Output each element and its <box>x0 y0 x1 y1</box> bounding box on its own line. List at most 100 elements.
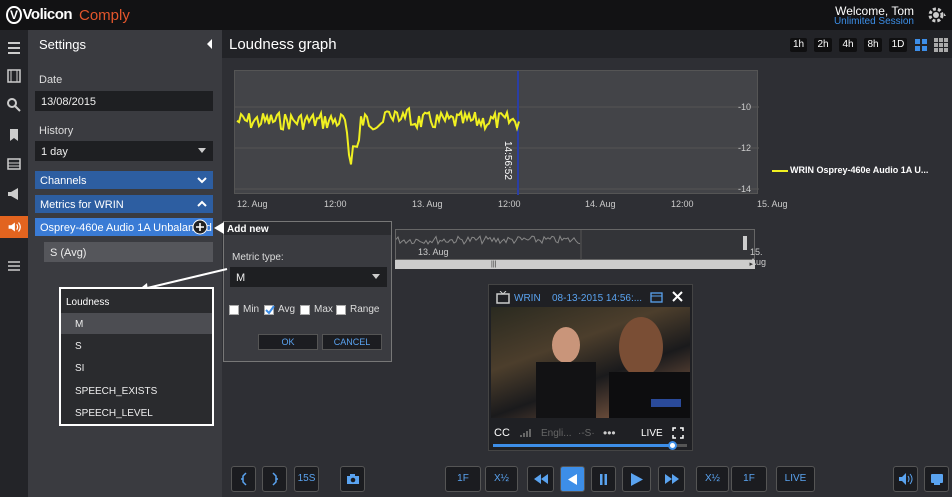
cancel-button[interactable]: CANCEL <box>322 334 382 350</box>
gear-icon[interactable] <box>926 5 946 25</box>
overview-navigator[interactable]: 13. Aug 15. Aug <box>395 229 766 267</box>
dropdown-option-s[interactable]: S <box>61 335 212 356</box>
dropdown-option-si[interactable]: SI <box>61 357 212 378</box>
top-bar <box>0 0 952 30</box>
fullscreen-icon[interactable] <box>672 427 684 439</box>
legend-swatch <box>772 170 788 172</box>
range-2h-button[interactable]: 2h <box>814 38 832 52</box>
add-new-popup: Add new Metric type: M Min Avg Max Range… <box>223 221 392 362</box>
slow-forward-button[interactable]: X½ <box>696 466 729 492</box>
navigator-handle[interactable] <box>743 236 747 250</box>
range-checkbox[interactable] <box>336 305 346 315</box>
loudness-nav-item[interactable] <box>0 216 28 238</box>
range-4h-button[interactable]: 4h <box>839 38 857 52</box>
more-icon[interactable]: ••• <box>603 426 616 440</box>
megaphone-icon[interactable] <box>4 184 24 204</box>
bookmark-icon[interactable] <box>4 125 24 145</box>
table-icon[interactable] <box>4 154 24 174</box>
loudness-graph[interactable]: 14:56:52 <box>234 70 759 195</box>
max-checkbox[interactable] <box>300 305 310 315</box>
language-select[interactable]: Engli... <box>541 428 572 439</box>
bracket-right-icon <box>271 472 278 486</box>
frame-back-button[interactable]: 1F <box>445 466 481 492</box>
avg-checkbox[interactable] <box>264 305 275 315</box>
product-name: Comply <box>79 7 130 24</box>
pause-button[interactable] <box>591 466 616 492</box>
menu-icon[interactable] <box>4 38 24 58</box>
x-tick-label: 14. Aug <box>585 199 616 209</box>
mark-out-button[interactable] <box>262 466 287 492</box>
video-live-label[interactable]: LIVE <box>641 428 663 439</box>
x-tick-label: 12:00 <box>671 199 694 209</box>
metric-sub-item[interactable]: S (Avg) <box>44 242 213 262</box>
chevron-down-icon <box>198 148 206 153</box>
add-metric-icon[interactable] <box>192 219 208 235</box>
metrics-label: Metrics for WRIN <box>40 199 124 211</box>
slow-back-button[interactable]: X½ <box>485 466 518 492</box>
live-button[interactable]: LIVE <box>776 466 815 492</box>
channels-section[interactable]: Channels <box>35 171 213 189</box>
popup-body: Metric type: M Min Avg Max Range OK CANC… <box>224 235 391 361</box>
metric-item[interactable]: Osprey-460e Audio 1A Unbalanced <box>35 218 213 236</box>
ok-button[interactable]: OK <box>258 334 318 350</box>
min-checkbox[interactable] <box>229 305 239 315</box>
video-progress-track[interactable] <box>493 444 687 447</box>
close-icon[interactable] <box>672 291 683 302</box>
audio-track-icon[interactable]: ·-S· <box>578 428 595 439</box>
play-reverse-icon <box>568 474 577 485</box>
cc-button[interactable]: CC <box>494 427 510 439</box>
grid-2x2-icon[interactable] <box>914 38 928 52</box>
calendar-icon[interactable] <box>650 291 663 303</box>
range-1d-button[interactable]: 1D <box>889 38 907 52</box>
search-icon[interactable] <box>4 95 24 115</box>
dropdown-option-m[interactable]: M <box>61 313 212 334</box>
video-frame[interactable] <box>491 307 690 418</box>
y-tick-label: -12 <box>738 143 752 153</box>
legend-label[interactable]: WRIN Osprey-460e Audio 1A U... <box>790 165 928 175</box>
metrics-section[interactable]: Metrics for WRIN <box>35 195 213 213</box>
check-icon <box>265 305 275 315</box>
collapse-icon[interactable] <box>206 39 214 49</box>
pause-icon <box>600 474 607 485</box>
metric-type-value: M <box>236 272 246 284</box>
speaker-icon <box>8 222 21 232</box>
dropdown-option-speech-exists[interactable]: SPEECH_EXISTS <box>61 380 212 401</box>
range-1h-button[interactable]: 1h <box>790 38 807 52</box>
video-progress-fill <box>493 444 674 447</box>
mark-in-button[interactable] <box>231 466 256 492</box>
grid-3x3-icon[interactable] <box>934 38 948 52</box>
fast-forward-button[interactable] <box>658 466 685 492</box>
snapshot-button[interactable] <box>340 466 365 492</box>
video-timestamp: 08-13-2015 14:56:... <box>552 293 643 304</box>
x-tick-label: 12:00 <box>498 199 521 209</box>
range-label: Range <box>350 304 380 315</box>
metric-type-select[interactable]: M <box>230 267 387 287</box>
history-select[interactable]: 1 day <box>35 141 213 161</box>
volume-button[interactable] <box>893 466 918 492</box>
list-icon[interactable] <box>4 256 24 276</box>
popup-pointer <box>214 222 224 234</box>
history-label: History <box>39 125 74 137</box>
chevron-up-icon <box>197 200 207 207</box>
dropdown-option-speech-level[interactable]: SPEECH_LEVEL <box>61 402 212 423</box>
session-link[interactable]: Unlimited Session <box>834 16 914 27</box>
loudness-series-line <box>236 106 520 165</box>
frame-forward-button[interactable]: 1F <box>731 466 767 492</box>
tv-mode-button[interactable] <box>924 466 949 492</box>
signal-icon <box>520 429 531 437</box>
play-reverse-button[interactable] <box>560 466 585 492</box>
range-8h-button[interactable]: 8h <box>864 38 882 52</box>
date-input[interactable]: 13/08/2015 <box>35 91 213 111</box>
metric-item-label: Osprey-460e Audio 1A Unbalanced <box>40 222 212 234</box>
min-label: Min <box>243 304 260 315</box>
video-scrubber-handle[interactable] <box>668 441 678 450</box>
cursor-time-label: 14:56:52 <box>502 141 513 180</box>
skip-15s-button[interactable]: 15S <box>294 466 319 492</box>
overview-tick-label: 13. Aug <box>418 247 449 257</box>
overview-scrollbar[interactable]: ||| ▸ <box>395 260 755 269</box>
play-button[interactable] <box>622 466 651 492</box>
film-icon[interactable] <box>4 66 24 86</box>
settings-panel: Settings Date 13/08/2015 History 1 day C… <box>28 30 222 497</box>
rewind-button[interactable] <box>527 466 554 492</box>
rewind-icon <box>533 474 548 484</box>
